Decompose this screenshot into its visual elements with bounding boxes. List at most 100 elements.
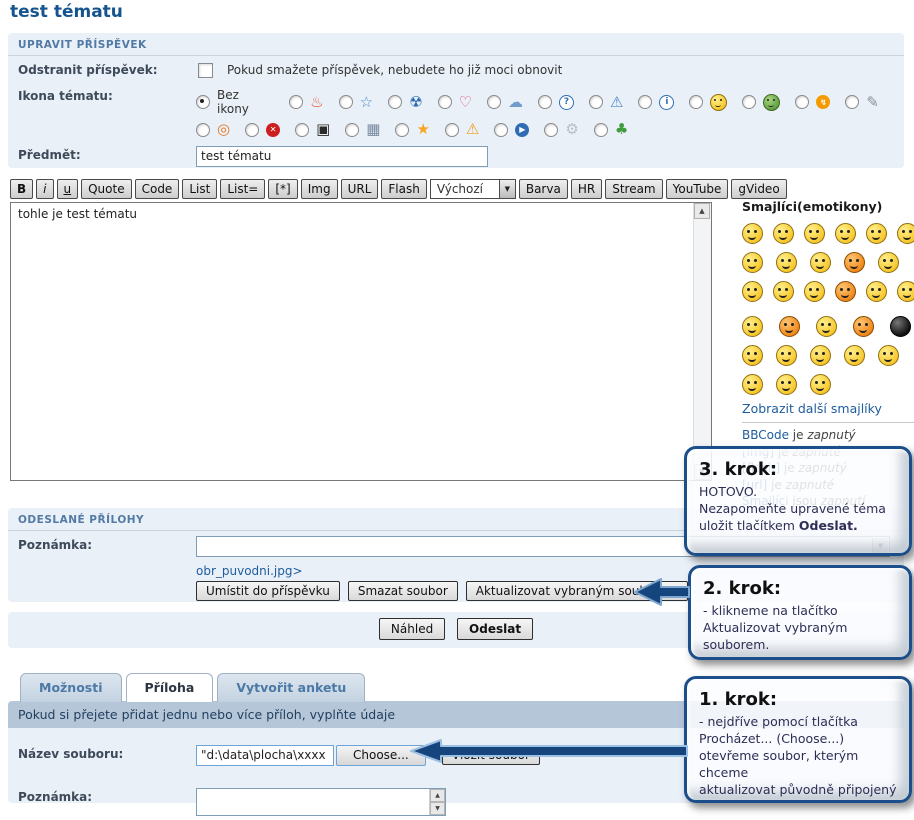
message-scrollbar[interactable]: ▲ ▼ [693, 203, 711, 480]
sleepy-smiley-icon [710, 94, 727, 111]
angry-smiley[interactable] [779, 316, 800, 337]
bbcode-status-link[interactable]: BBCode [742, 428, 789, 442]
radiation-radio[interactable] [388, 95, 402, 109]
attached-file-link[interactable]: obr_puvodni.jpg> [196, 564, 303, 578]
lightning-radio[interactable] [795, 95, 809, 109]
delete-post-checkbox[interactable] [198, 63, 213, 78]
bbcode-barva-button[interactable]: Barva [519, 179, 568, 199]
bbcode-gvideo-button[interactable]: gVideo [731, 179, 786, 199]
lifebuoy-radio[interactable] [196, 123, 210, 137]
evil-smiley[interactable] [835, 281, 856, 302]
bbcode-u-button[interactable]: u [57, 179, 79, 199]
crazy-smiley[interactable] [776, 345, 797, 366]
bbcode-status-state: zapnutý [807, 428, 855, 442]
subject-input[interactable]: test tématu [196, 146, 488, 167]
green-grin-radio[interactable] [742, 95, 756, 109]
play-radio[interactable] [494, 123, 508, 137]
no-icon-option: Bez ikony [196, 88, 274, 116]
bbcode-list-button[interactable]: List= [220, 179, 265, 199]
inlove-smiley[interactable] [742, 374, 763, 395]
bbcode-list-button[interactable]: List [182, 179, 217, 199]
alien-smiley[interactable] [816, 316, 837, 337]
sad-smiley[interactable] [804, 223, 825, 244]
radiation-icon-option: ☢ [388, 95, 422, 110]
more-smilies-link[interactable]: Zobrazit další smajlíky [742, 401, 914, 416]
step2-arrow-icon [633, 577, 691, 607]
skeptical-smiley[interactable] [878, 345, 899, 366]
step1-line2: Procházet... (Choose...) [699, 730, 897, 747]
surprised-smiley[interactable] [810, 374, 831, 395]
lol-smiley[interactable] [776, 252, 797, 273]
dropdown-arrow-icon: ▼ [499, 180, 515, 198]
syringe-radio[interactable] [845, 95, 859, 109]
tab-attachment[interactable]: Příloha [126, 673, 214, 702]
note2-input[interactable]: ▲ ▼ [196, 788, 446, 816]
alert-triangle-radio[interactable] [589, 95, 603, 109]
worried-smiley[interactable] [810, 345, 831, 366]
divider [742, 422, 914, 423]
confused-smiley[interactable] [742, 316, 763, 337]
blush-smiley[interactable] [742, 281, 763, 302]
spinner-down-icon[interactable]: ▼ [430, 802, 445, 815]
cool-smiley[interactable] [742, 252, 763, 273]
gear-radio[interactable] [544, 123, 558, 137]
smile-smiley[interactable] [773, 223, 794, 244]
bbcode-stream-button[interactable]: Stream [605, 179, 662, 199]
bbcode-url-button[interactable]: URL [341, 179, 379, 199]
smiley-row-4 [742, 316, 912, 337]
grin-smiley[interactable] [742, 223, 763, 244]
stop-x-radio[interactable] [245, 123, 259, 137]
neutral-smiley[interactable] [866, 281, 887, 302]
note2-scrollbar[interactable]: ▲ ▼ [429, 789, 445, 815]
place-into-post-button[interactable]: Umístit do příspěvku [196, 581, 340, 601]
no-icon-radio[interactable] [196, 95, 210, 109]
sleepy-smiley-radio[interactable] [689, 95, 703, 109]
scrollbar-up-icon[interactable]: ▲ [694, 203, 710, 219]
bbcode-youtube-button[interactable]: YouTube [666, 179, 729, 199]
bbcode-hr-button[interactable]: HR [571, 179, 602, 199]
message-textarea[interactable]: tohle je test tématu ▲ ▼ [10, 202, 712, 481]
bbcode-i-button[interactable]: i [36, 179, 53, 199]
hot-smiley[interactable] [853, 316, 874, 337]
mad-smiley[interactable] [844, 252, 865, 273]
wink-smiley[interactable] [897, 281, 914, 302]
calendar-radio[interactable] [345, 123, 359, 137]
spinner-up-icon[interactable]: ▲ [430, 789, 445, 802]
cow-smiley[interactable] [742, 345, 763, 366]
sleep-smiley[interactable] [773, 281, 794, 302]
preview-button[interactable]: Náhled [379, 618, 445, 640]
shocked-smiley[interactable] [835, 223, 856, 244]
bomb-smiley[interactable] [890, 316, 911, 337]
edit-post-header: UPRAVIT PŘÍSPĚVEK [8, 33, 904, 56]
font-select[interactable]: Výchozí ▼ [430, 179, 516, 199]
gold-star-radio[interactable] [395, 123, 409, 137]
filename-input[interactable]: "d:\data\plocha\xxxx [196, 745, 334, 766]
bbcode-b-button[interactable]: B [10, 179, 33, 199]
warning-radio[interactable] [445, 123, 459, 137]
music-smiley[interactable] [804, 281, 825, 302]
razz-smiley[interactable] [878, 252, 899, 273]
delete-file-button[interactable]: Smazat soubor [348, 581, 458, 601]
tree-radio[interactable] [594, 123, 608, 137]
bbcode-img-button[interactable]: Img [301, 179, 338, 199]
thought-bubble-radio[interactable] [487, 95, 501, 109]
submit-button[interactable]: Odeslat [457, 618, 533, 640]
headphones-smiley[interactable] [810, 252, 831, 273]
quiet-smiley[interactable] [844, 345, 865, 366]
green-grin-icon [763, 94, 780, 111]
star-outline-radio[interactable] [339, 95, 353, 109]
eek-smiley[interactable] [866, 223, 887, 244]
bbcode-flash-button[interactable]: Flash [381, 179, 426, 199]
bbcode--button[interactable]: [*] [268, 179, 297, 199]
heart-radio[interactable] [438, 95, 452, 109]
floppy-disk-radio[interactable] [295, 123, 309, 137]
info-radio[interactable] [638, 95, 652, 109]
happy-smiley[interactable] [897, 223, 914, 244]
tab-create-poll[interactable]: Vytvořit anketu [217, 673, 365, 702]
rolleyes-smiley[interactable] [776, 374, 797, 395]
tab-options[interactable]: Možnosti [20, 673, 122, 702]
flame-radio[interactable] [289, 95, 303, 109]
bbcode-quote-button[interactable]: Quote [81, 179, 131, 199]
bbcode-code-button[interactable]: Code [135, 179, 180, 199]
question-radio[interactable] [538, 95, 552, 109]
